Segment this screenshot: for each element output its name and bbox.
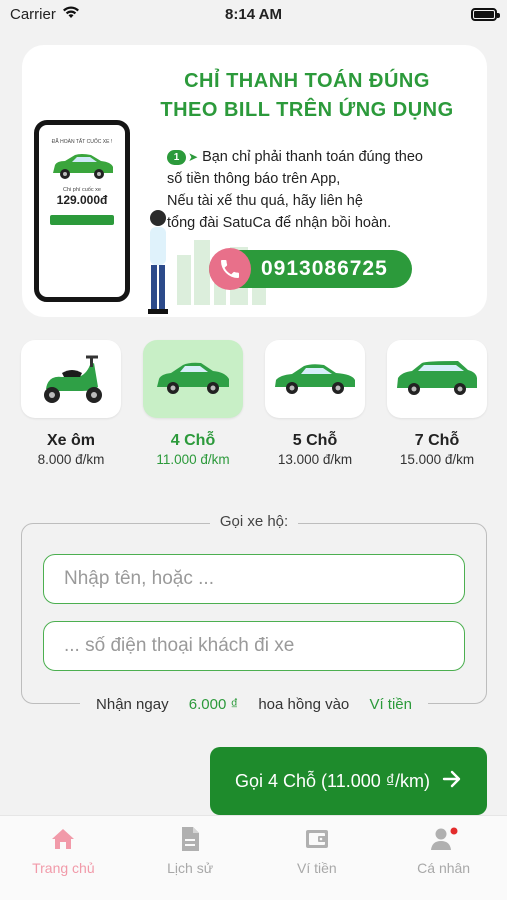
sedan-car-icon xyxy=(275,364,355,394)
tab-history[interactable]: Lịch sử xyxy=(127,816,254,900)
call-ride-button[interactable]: Gọi 4 Chỗ (11.000 ₫/km) xyxy=(210,747,487,815)
hatchback-car-icon xyxy=(157,362,229,394)
mini-title: ĐÃ HOÀN TẤT CUỐC XE ! xyxy=(51,139,113,145)
vehicle-price: 8.000 đ/km xyxy=(37,452,105,467)
bottom-tab-bar: Trang chủ Lịch sử Ví tiền Cá nhân xyxy=(0,815,507,900)
suv-car-icon xyxy=(397,361,477,395)
hotline-number: 0913086725 xyxy=(261,257,388,280)
call-for-other-panel: Gọi xe hộ: Nhập tên, hoặc ... ... số điệ… xyxy=(21,513,487,713)
arrow-icon: ➤ xyxy=(188,150,199,164)
wallet-icon xyxy=(304,826,330,852)
battery-icon xyxy=(471,7,500,21)
banner-message: 1 ➤ Bạn chỉ phải thanh toán đúng theo số t… xyxy=(167,149,423,231)
mini-price: 129.000đ xyxy=(56,193,108,207)
tab-profile[interactable]: Cá nhân xyxy=(380,816,507,900)
vehicle-name: 5 Chỗ xyxy=(292,432,338,449)
document-icon xyxy=(179,826,201,852)
vehicle-name: Xe ôm xyxy=(46,432,95,449)
mini-car-icon xyxy=(39,151,125,183)
promo-banner[interactable]: CHỈ THANH TOÁN ĐÚNG THEO BILL TRÊN ỨNG D… xyxy=(22,45,487,317)
panel-legend: Gọi xe hộ: xyxy=(209,513,299,530)
customer-phone-input[interactable]: ... số điện thoại khách đi xe xyxy=(43,621,465,671)
mini-close-button xyxy=(50,215,114,225)
vehicle-name: 4 Chỗ xyxy=(170,432,216,449)
vehicle-type-selector: Xe ôm 8.000 đ/km 4 Chỗ 11.000 đ/km 5 Chỗ… xyxy=(0,340,507,480)
vehicle-option-motorbike[interactable]: Xe ôm 8.000 đ/km xyxy=(20,340,122,467)
tab-wallet[interactable]: Ví tiền xyxy=(254,816,381,900)
vehicle-price: 11.000 đ/km xyxy=(156,452,230,467)
vehicle-name: 7 Chỗ xyxy=(414,432,460,449)
scooter-icon xyxy=(44,355,102,403)
arrow-right-icon xyxy=(442,770,462,793)
banner-title: CHỈ THANH TOÁN ĐÚNG THEO BILL TRÊN ỨNG D… xyxy=(160,70,454,121)
customer-name-input[interactable]: Nhập tên, hoặc ... xyxy=(43,554,465,604)
tab-home[interactable]: Trang chủ xyxy=(0,816,127,900)
vehicle-price: 15.000 đ/km xyxy=(399,452,475,467)
status-bar: Carrier 8:14 AM xyxy=(0,0,507,28)
home-icon xyxy=(50,826,76,852)
vehicle-option-4-seat[interactable]: 4 Chỗ 11.000 đ/km xyxy=(142,340,244,467)
step-badge: 1 xyxy=(167,149,186,165)
vehicle-price: 13.000 đ/km xyxy=(277,452,353,467)
user-icon xyxy=(429,826,459,852)
vehicle-option-5-seat[interactable]: 5 Chỗ 13.000 đ/km xyxy=(264,340,366,467)
vehicle-option-7-seat[interactable]: 7 Chỗ 15.000 đ/km xyxy=(386,340,488,467)
phone-illustration: ĐÃ HOÀN TẤT CUỐC XE ! Chi phí cuốc xe 12… xyxy=(34,120,130,302)
phone-call-icon xyxy=(209,248,251,290)
clock: 8:14 AM xyxy=(225,5,282,23)
commission-note: Nhận ngay 6.000 ₫ hoa hồng vào Ví tiền xyxy=(22,696,486,714)
